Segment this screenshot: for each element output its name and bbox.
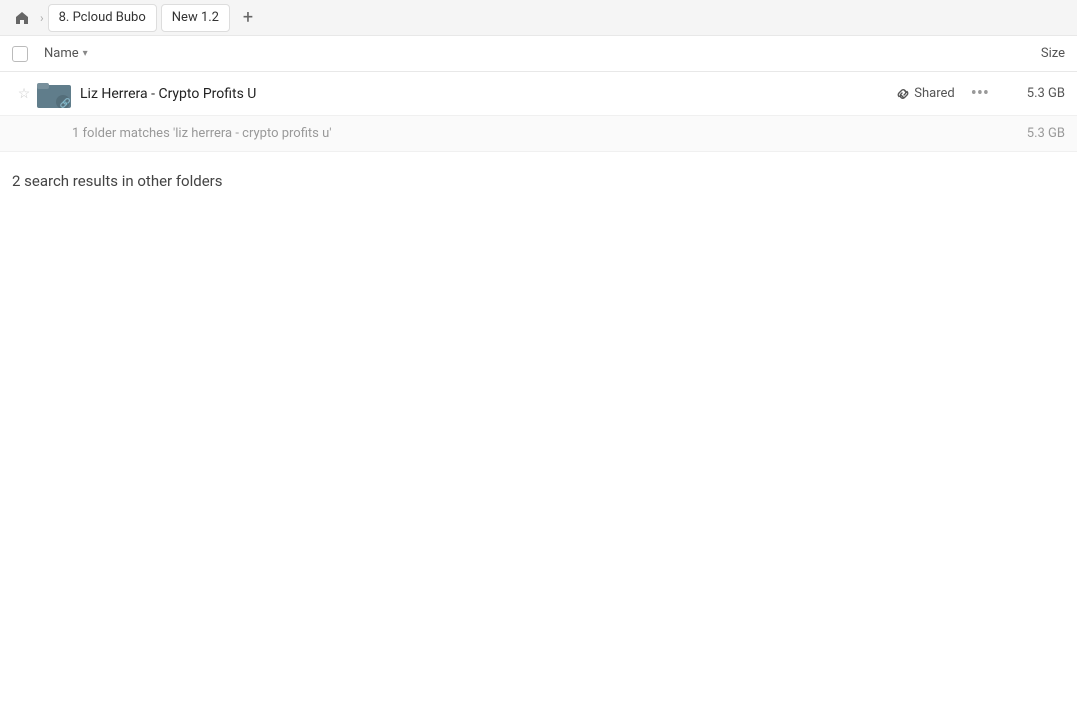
size-column-header: Size (985, 46, 1065, 61)
breadcrumb-pcloud-bubo[interactable]: 8. Pcloud Bubo (48, 4, 157, 32)
breadcrumb-sep-1: › (40, 11, 44, 25)
svg-text:🔗: 🔗 (60, 97, 71, 108)
select-all-checkbox[interactable] (12, 46, 28, 62)
link-icon (896, 87, 910, 101)
star-button[interactable]: ☆ (12, 86, 36, 102)
breadcrumb-new-1-2[interactable]: New 1.2 (161, 4, 230, 32)
shared-badge: Shared (896, 86, 954, 101)
folder-svg: 🔗 (37, 80, 71, 108)
sub-info-row: 1 folder matches 'liz herrera - crypto p… (0, 116, 1077, 152)
column-header-row: Name ▾ Size (0, 36, 1077, 72)
select-all-checkbox-container[interactable] (12, 46, 44, 62)
sub-info-text: 1 folder matches 'liz herrera - crypto p… (72, 126, 1027, 141)
home-icon (14, 10, 30, 26)
file-size: 5.3 GB (1005, 86, 1065, 101)
other-folders-section: 2 search results in other folders (0, 152, 1077, 198)
more-options-button[interactable]: ••• (971, 83, 989, 104)
name-sort-icon: ▾ (83, 48, 88, 59)
home-button[interactable] (8, 4, 36, 32)
file-name: Liz Herrera - Crypto Profits U (80, 86, 896, 102)
folder-icon: 🔗 (36, 80, 72, 108)
breadcrumb-bar: › 8. Pcloud Bubo New 1.2 + (0, 0, 1077, 36)
name-column-header[interactable]: Name ▾ (44, 46, 985, 61)
sub-info-size: 5.3 GB (1027, 126, 1065, 141)
file-row-liz-herrera[interactable]: ☆ 🔗 Liz Herrera - Crypto Profits U Share… (0, 72, 1077, 116)
other-folders-title: 2 search results in other folders (12, 172, 1065, 190)
add-breadcrumb-button[interactable]: + (234, 4, 262, 32)
